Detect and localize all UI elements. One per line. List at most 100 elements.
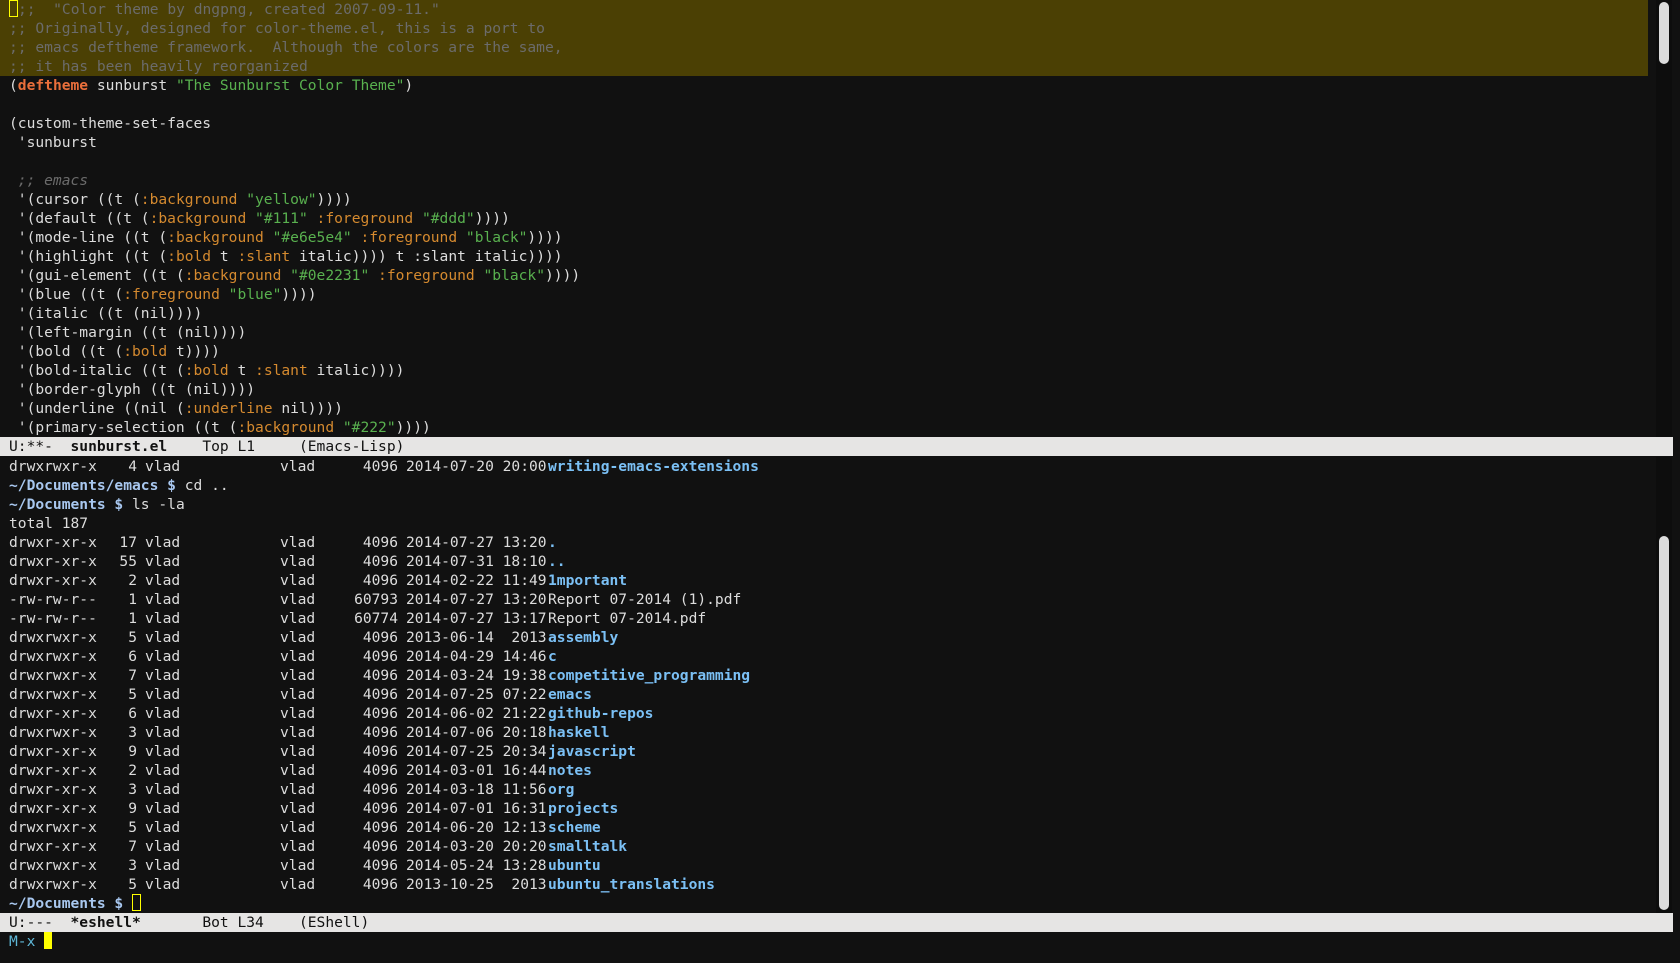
listing-user: vlad xyxy=(145,762,181,779)
directory-name[interactable]: assembly xyxy=(548,629,618,646)
directory-name[interactable]: ubuntu xyxy=(548,857,601,874)
listing-user: vlad xyxy=(145,629,181,646)
listing-date: 2013-06-14 2013 xyxy=(406,629,547,646)
directory-name[interactable]: competitive_programming xyxy=(548,667,750,684)
directory-name[interactable]: 1mportant xyxy=(548,572,627,589)
listing-group: vlad xyxy=(280,458,316,475)
shell-prompt: ~/Documents/emacs $ xyxy=(9,477,176,494)
listing-date: 2014-03-24 19:38 xyxy=(406,667,547,684)
shell-command: ls -la xyxy=(123,496,185,513)
minibuffer[interactable]: M-x xyxy=(0,932,1673,951)
shell-command-line: ~/Documents $ ls -la xyxy=(0,495,1648,514)
listing-group: vlad xyxy=(280,610,316,627)
mode-line-major-mode[interactable]: (Emacs-Lisp) xyxy=(299,438,404,455)
face-definition-line: '(bold-italic ((t (:bold t :slant italic… xyxy=(9,362,405,379)
directory-name[interactable]: scheme xyxy=(548,819,601,836)
code-scrollbar-track[interactable] xyxy=(1656,0,1672,437)
code-scrollbar-thumb[interactable] xyxy=(1659,2,1669,64)
face-definition-line: '(bold ((t (:bold t)))) xyxy=(9,343,220,360)
listing-links: 9 xyxy=(128,743,137,760)
listing-date: 2014-07-27 13:20 xyxy=(406,591,547,608)
file-name[interactable]: Report 07-2014.pdf xyxy=(548,610,706,627)
listing-user: vlad xyxy=(145,686,181,703)
mode-line-eshell[interactable]: U:--- *eshell* Bot L34 (EShell) xyxy=(0,913,1673,932)
mode-line-buffer-name[interactable]: sunburst.el xyxy=(71,438,168,455)
listing-links: 9 xyxy=(128,800,137,817)
listing-row: drwxr-xr-x 6 vlad vlad 4096 2014-06-02 21:22g… xyxy=(0,704,1648,723)
listing-links: 5 xyxy=(128,686,137,703)
directory-name[interactable]: .. xyxy=(548,553,566,570)
directory-name[interactable]: smalltalk xyxy=(548,838,627,855)
listing-user: vlad xyxy=(145,572,181,589)
listing-group: vlad xyxy=(280,724,316,741)
listing-links: 4 xyxy=(128,458,137,475)
listing-date: 2014-05-24 13:28 xyxy=(406,857,547,874)
custom-set-faces-line: (custom-theme-set-faces xyxy=(9,115,212,132)
listing-row: drwxrwxr-x 6 vlad vlad 4096 2014-04-29 14:46c xyxy=(0,647,1648,666)
listing-date: 2014-07-06 20:18 xyxy=(406,724,547,741)
directory-name[interactable]: haskell xyxy=(548,724,610,741)
directory-name[interactable]: github-repos xyxy=(548,705,653,722)
listing-links: 3 xyxy=(128,857,137,874)
listing-date: 2014-06-20 12:13 xyxy=(406,819,547,836)
highlighted-comment-block: ;; "Color theme by dngpng, created 2007-… xyxy=(0,0,1648,76)
face-definition-line: '(highlight ((t (:bold t :slant italic))… xyxy=(9,248,563,265)
listing-user: vlad xyxy=(145,800,181,817)
listing-size: 4096 xyxy=(362,819,398,836)
listing-date: 2014-02-22 11:49 xyxy=(406,572,547,589)
listing-perm: drwxr-xr-x xyxy=(9,838,97,855)
mode-line-major-mode[interactable]: (EShell) xyxy=(299,914,369,931)
directory-name[interactable]: c xyxy=(548,648,557,665)
face-definition-line: '(gui-element ((t (:background "#0e2231"… xyxy=(9,267,581,284)
directory-name[interactable]: . xyxy=(548,534,557,551)
eshell-window[interactable]: drwxrwxr-x 4 vlad vlad 4096 2014-07-20 20:00w… xyxy=(0,457,1648,913)
listing-perm: -rw-rw-r-- xyxy=(9,591,97,608)
face-definition-line: '(blue ((t (:foreground "blue")))) xyxy=(9,286,317,303)
eshell-scrollbar-thumb[interactable] xyxy=(1659,536,1669,910)
listing-size: 4096 xyxy=(362,686,398,703)
comment-line: ;; "Color theme by dngpng, created 2007-… xyxy=(0,0,1648,19)
listing-links: 55 xyxy=(119,553,137,570)
directory-name[interactable]: emacs xyxy=(548,686,592,703)
listing-perm: drwxr-xr-x xyxy=(9,743,97,760)
mode-line-buffer-name[interactable]: *eshell* xyxy=(71,914,141,931)
listing-size: 4096 xyxy=(362,458,398,475)
directory-name[interactable]: writing-emacs-extensions xyxy=(548,458,759,475)
listing-size: 4096 xyxy=(362,743,398,760)
code-editor-window[interactable]: ;; "Color theme by dngpng, created 2007-… xyxy=(0,0,1648,437)
directory-name[interactable]: notes xyxy=(548,762,592,779)
listing-user: vlad xyxy=(145,553,181,570)
listing-perm: drwxr-xr-x xyxy=(9,800,97,817)
listing-user: vlad xyxy=(145,876,181,893)
listing-links: 7 xyxy=(128,838,137,855)
listing-group: vlad xyxy=(280,857,316,874)
listing-links: 7 xyxy=(128,667,137,684)
listing-user: vlad xyxy=(145,819,181,836)
listing-group: vlad xyxy=(280,553,316,570)
directory-name[interactable]: org xyxy=(548,781,574,798)
listing-date: 2013-10-25 2013 xyxy=(406,876,547,893)
listing-links: 17 xyxy=(119,534,137,551)
listing-group: vlad xyxy=(280,743,316,760)
listing-size: 4096 xyxy=(362,705,398,722)
listing-date: 2014-07-20 20:00 xyxy=(406,458,547,475)
listing-size: 4096 xyxy=(362,534,398,551)
listing-size: 4096 xyxy=(362,629,398,646)
directory-name[interactable]: projects xyxy=(548,800,618,817)
listing-links: 2 xyxy=(128,762,137,779)
listing-perm: -rw-rw-r-- xyxy=(9,610,97,627)
listing-links: 5 xyxy=(128,819,137,836)
directory-name[interactable]: javascript xyxy=(548,743,636,760)
directory-name[interactable]: ubuntu_translations xyxy=(548,876,715,893)
mode-line-status: U:**- xyxy=(9,438,71,455)
file-name[interactable]: Report 07-2014 (1).pdf xyxy=(548,591,741,608)
listing-row: drwxr-xr-x 3 vlad vlad 4096 2014-03-18 11:56o… xyxy=(0,780,1648,799)
shell-input-line[interactable]: ~/Documents $ xyxy=(0,894,1648,913)
listing-links: 6 xyxy=(128,648,137,665)
mode-line-code[interactable]: U:**- sunburst.el Top L1 (Emacs-Lisp) xyxy=(0,437,1673,456)
keyword-deftheme: deftheme xyxy=(17,77,89,94)
listing-size: 4096 xyxy=(362,838,398,855)
listing-date: 2014-03-18 11:56 xyxy=(406,781,547,798)
listing-date: 2014-07-25 20:34 xyxy=(406,743,547,760)
